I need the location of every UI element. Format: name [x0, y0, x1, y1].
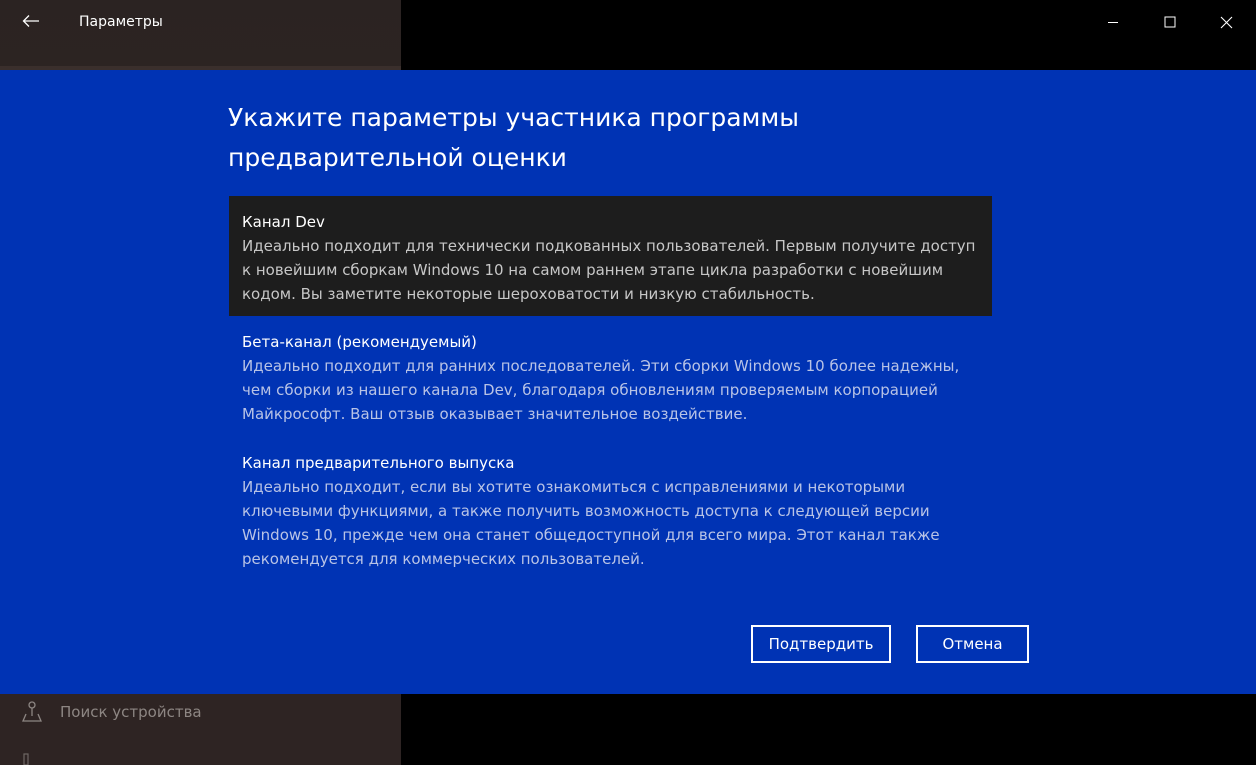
minimize-button[interactable] — [1088, 0, 1138, 44]
app-title: Параметры — [79, 14, 163, 30]
location-person-icon — [22, 701, 42, 722]
option-description: Идеально подходит, если вы хотите ознако… — [242, 478, 940, 568]
maximize-icon — [1164, 16, 1176, 28]
sidebar-next-item-icon — [23, 753, 29, 765]
close-button[interactable] — [1201, 0, 1251, 44]
sidebar-item-find-device[interactable]: Поиск устройства — [0, 694, 401, 734]
option-beta-channel[interactable]: Бета-канал (рекомендуемый) Идеально подх… — [229, 316, 992, 436]
dialog-title: Укажите параметры участника программы пр… — [228, 103, 799, 172]
cancel-button[interactable]: Отмена — [916, 625, 1029, 663]
arrow-left-icon — [22, 15, 39, 27]
minimize-icon — [1108, 22, 1118, 23]
option-dev-channel[interactable]: Канал Dev Идеально подходит для техничес… — [229, 196, 992, 316]
option-release-preview-channel[interactable]: Канал предварительного выпуска Идеально … — [229, 437, 992, 581]
insider-settings-dialog: Укажите параметры участника программы пр… — [0, 70, 1256, 694]
sidebar-item-label: Поиск устройства — [60, 703, 202, 721]
title-bar: Параметры — [0, 0, 1256, 44]
option-description: Идеально подходит для технически подкова… — [242, 237, 976, 303]
close-icon — [1220, 16, 1232, 28]
option-title: Канал Dev — [242, 213, 325, 231]
back-button[interactable] — [12, 4, 50, 38]
option-title: Бета-канал (рекомендуемый) — [242, 333, 477, 351]
option-title: Канал предварительного выпуска — [242, 454, 515, 472]
confirm-button[interactable]: Подтвердить — [751, 625, 891, 663]
option-description: Идеально подходит для ранних последовате… — [242, 357, 960, 423]
maximize-button[interactable] — [1145, 0, 1195, 44]
